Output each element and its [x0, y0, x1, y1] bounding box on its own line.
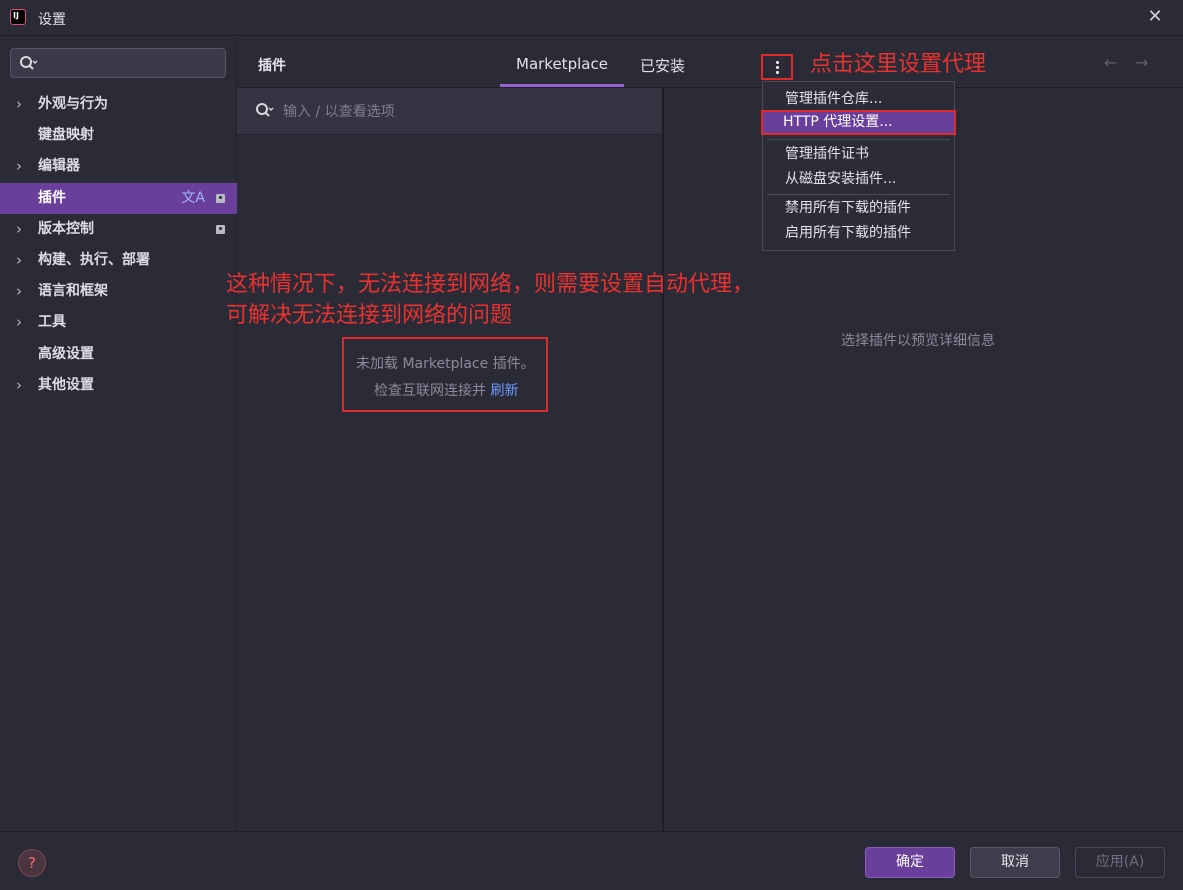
annotation-explain-line2: 可解决无法连接到网络的问题: [226, 303, 513, 328]
error-hint: 检查互联网连接并 刷新: [374, 380, 518, 400]
settings-sidebar: › 外观与行为 键盘映射 › 编辑器 插件 文A › 版本控制 › 构建、执行、…: [0, 37, 237, 831]
menu-item-manage-certificates[interactable]: 管理插件证书: [763, 142, 954, 167]
sidebar-item-build[interactable]: › 构建、执行、部署: [0, 245, 237, 276]
back-arrow-icon[interactable]: ←: [1104, 53, 1117, 72]
active-tab-indicator: [500, 84, 624, 87]
annotation-explain-line1: 这种情况下，无法连接到网络，则需要设置自动代理，: [226, 272, 755, 297]
forward-arrow-icon[interactable]: →: [1135, 53, 1148, 72]
error-text: 未加载 Marketplace 插件。: [356, 356, 535, 372]
sidebar-item-label: 其他设置: [38, 376, 94, 393]
sidebar-item-keymap[interactable]: 键盘映射: [0, 120, 237, 151]
sidebar-item-vcs[interactable]: › 版本控制: [0, 214, 237, 245]
error-hint-text: 检查互联网连接并: [374, 383, 486, 399]
chevron-right-icon: ›: [16, 219, 22, 238]
sidebar-item-label: 外观与行为: [38, 96, 108, 112]
annotation-menu-hint: 点击这里设置代理: [810, 52, 987, 77]
chevron-right-icon: ›: [16, 282, 22, 301]
title-bar: 设置 ✕: [0, 0, 1183, 36]
tab-installed[interactable]: 已安装: [640, 55, 685, 76]
sidebar-item-label: 键盘映射: [38, 127, 94, 144]
sidebar-item-label: 版本控制: [38, 220, 94, 237]
more-options-button[interactable]: [761, 54, 793, 80]
settings-nav: › 外观与行为 键盘映射 › 编辑器 插件 文A › 版本控制 › 构建、执行、…: [0, 89, 237, 401]
sidebar-item-advanced[interactable]: 高级设置: [0, 339, 237, 370]
search-icon: [256, 103, 274, 117]
chevron-right-icon: ›: [16, 375, 22, 394]
menu-item-enable-downloaded[interactable]: 启用所有下载的插件: [763, 221, 954, 246]
sidebar-item-editor[interactable]: › 编辑器: [0, 151, 237, 182]
refresh-link[interactable]: 刷新: [490, 383, 518, 399]
menu-item-disable-downloaded[interactable]: 禁用所有下载的插件: [763, 196, 954, 221]
help-icon[interactable]: ?: [18, 849, 46, 877]
sidebar-item-other[interactable]: › 其他设置: [0, 370, 237, 401]
intellij-app-icon: [10, 9, 26, 25]
plugins-header: 插件 Marketplace 已安装 ← →: [237, 37, 1183, 88]
sidebar-item-label: 构建、执行、部署: [38, 251, 150, 268]
more-vertical-icon: [776, 61, 779, 64]
sidebar-item-appearance[interactable]: › 外观与行为: [0, 89, 237, 120]
plugin-options-menu: 管理插件仓库... HTTP 代理设置... 管理插件证书 从磁盘安装插件...…: [761, 81, 956, 251]
sidebar-item-languages[interactable]: › 语言和框架: [0, 276, 237, 307]
search-icon: [20, 56, 38, 70]
menu-item-http-proxy[interactable]: HTTP 代理设置...: [761, 110, 956, 135]
chevron-right-icon: ›: [16, 313, 22, 332]
dialog-footer: ? 确定 取消 应用(A): [0, 831, 1183, 890]
menu-item-install-from-disk[interactable]: 从磁盘安装插件...: [763, 167, 954, 192]
sidebar-item-label: 语言和框架: [38, 283, 108, 300]
close-window-button[interactable]: ✕: [1143, 5, 1167, 29]
sidebar-item-label: 编辑器: [38, 158, 80, 175]
pane-divider[interactable]: [662, 88, 664, 831]
plugin-search-field[interactable]: 输入 / 以查看选项: [237, 88, 662, 135]
apply-button[interactable]: 应用(A): [1075, 847, 1165, 878]
window-title: 设置: [38, 12, 66, 28]
sidebar-item-plugins[interactable]: 插件 文A: [0, 182, 237, 214]
chevron-right-icon: ›: [16, 157, 22, 176]
sidebar-item-label: 插件: [38, 189, 66, 206]
tab-marketplace[interactable]: Marketplace: [516, 55, 608, 73]
page-title: 插件: [258, 58, 286, 74]
ok-button[interactable]: 确定: [865, 847, 955, 878]
project-scope-icon: [216, 193, 225, 203]
chevron-right-icon: ›: [16, 95, 22, 113]
sidebar-item-label: 工具: [38, 314, 66, 331]
plugin-search-placeholder: 输入 / 以查看选项: [283, 104, 395, 120]
sidebar-item-label: 高级设置: [38, 345, 94, 362]
cancel-button[interactable]: 取消: [970, 847, 1060, 878]
marketplace-error-message: 未加载 Marketplace 插件。 检查互联网连接并 刷新: [342, 337, 548, 412]
menu-item-manage-repositories[interactable]: 管理插件仓库...: [763, 87, 954, 112]
translate-icon: 文A: [181, 189, 205, 206]
project-scope-icon: [216, 224, 225, 234]
chevron-right-icon: ›: [16, 250, 22, 269]
menu-separator: [767, 139, 950, 140]
menu-separator: [767, 194, 950, 195]
plugin-detail-placeholder: 选择插件以预览详细信息: [841, 333, 995, 349]
settings-search-input[interactable]: [10, 48, 226, 78]
sidebar-item-tools[interactable]: › 工具: [0, 307, 237, 338]
